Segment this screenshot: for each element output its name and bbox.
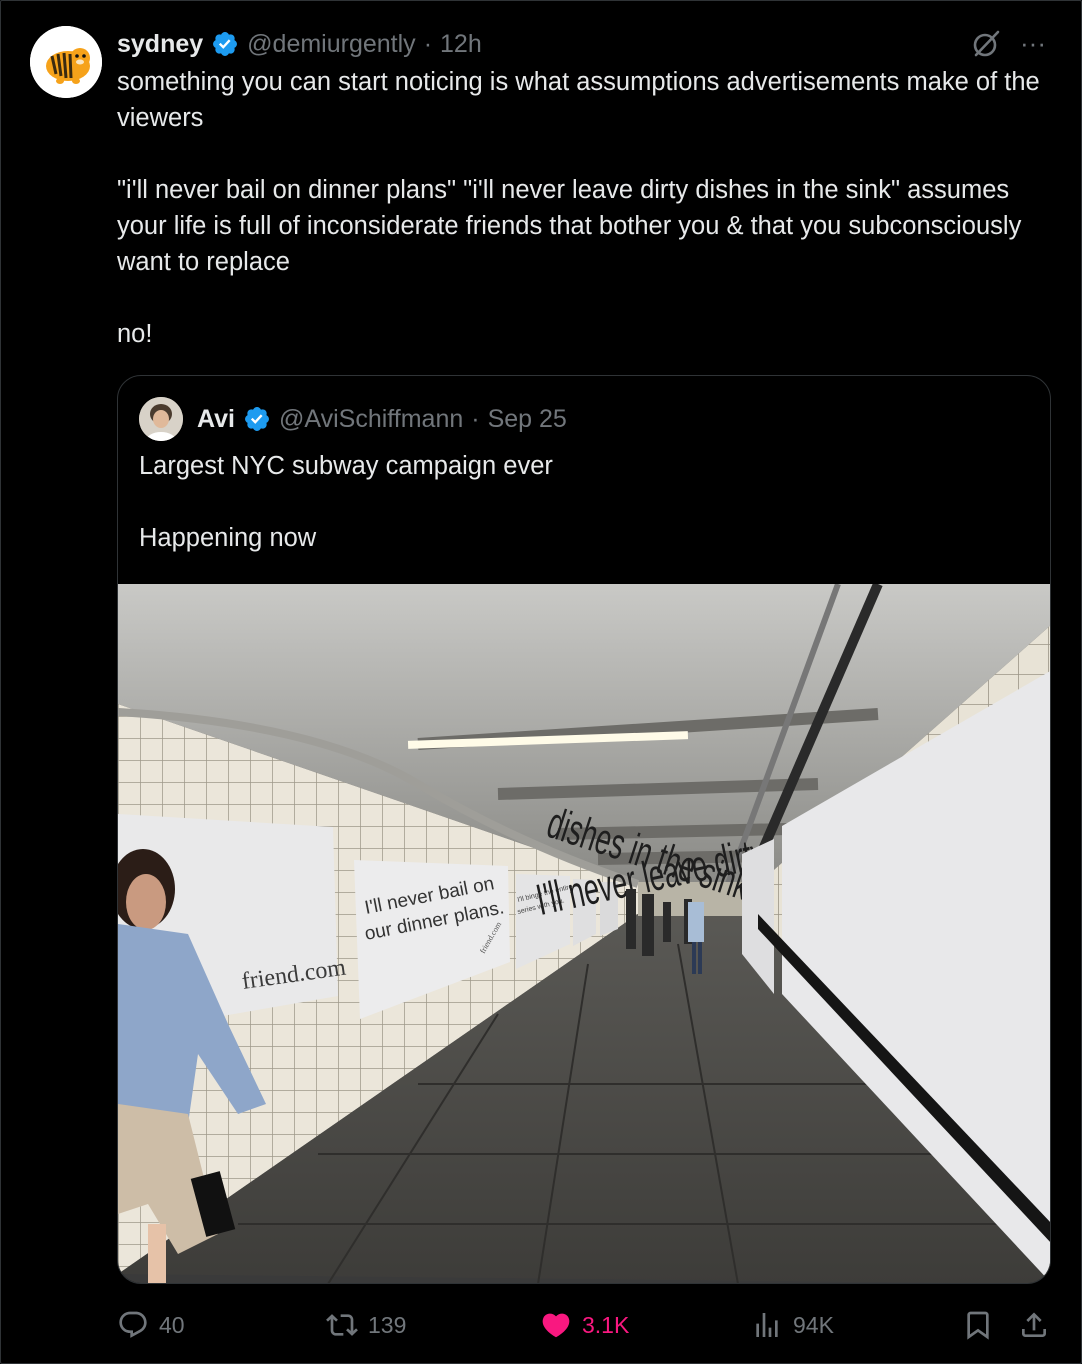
quote-text: Largest NYC subway campaign ever Happeni… — [139, 448, 1019, 556]
quote-paragraph: Happening now — [139, 524, 317, 552]
like-count: 3.1K — [582, 1311, 630, 1338]
heart-icon — [542, 1313, 570, 1338]
views-button[interactable]: 94K — [751, 1308, 834, 1342]
views-icon — [756, 1313, 778, 1337]
verified-icon[interactable] — [243, 405, 271, 433]
separator-dot: · — [423, 29, 433, 58]
separator-dot: · — [471, 404, 480, 433]
repost-icon — [326, 1314, 358, 1336]
author-handle[interactable]: @demiurgently — [247, 30, 416, 59]
quote-paragraph: Largest NYC subway campaign ever — [139, 452, 553, 480]
quote-header: Avi @AviSchiffmann · Sep 25 — [139, 397, 567, 441]
author-avatar[interactable] — [30, 26, 102, 98]
verified-icon[interactable] — [211, 30, 239, 58]
bookmark-button[interactable] — [962, 1308, 994, 1342]
repost-count: 139 — [368, 1311, 407, 1338]
quote-handle[interactable]: @AviSchiffmann — [279, 405, 463, 434]
quote-tweet-card[interactable]: Avi @AviSchiffmann · Sep 25 Largest NYC … — [117, 375, 1051, 1284]
quote-media-photo[interactable]: friend.com I'll never bail on our dinner… — [118, 584, 1050, 1283]
person-avatar-icon — [139, 397, 183, 441]
views-count: 94K — [793, 1311, 834, 1338]
reply-icon — [119, 1311, 147, 1338]
more-icon[interactable]: ··· — [1016, 26, 1050, 60]
tweet-timestamp[interactable]: 12h — [440, 30, 482, 59]
bookmark-icon — [967, 1311, 989, 1340]
tweet-paragraph: something you can start noticing is what… — [117, 68, 1047, 132]
repost-button[interactable]: 139 — [326, 1308, 406, 1342]
tiger-avatar-icon — [30, 26, 102, 98]
author-display-name[interactable]: sydney — [117, 30, 203, 59]
like-button[interactable]: 3.1K — [540, 1308, 629, 1342]
tweet-text: something you can start noticing is what… — [117, 64, 1047, 352]
tweet-paragraph: "i'll never bail on dinner plans" "i'll … — [117, 176, 1029, 276]
tweet-actions: 40 139 3.1K 94K — [0, 1300, 1082, 1350]
share-button[interactable] — [1018, 1308, 1050, 1342]
reply-button[interactable]: 40 — [117, 1308, 185, 1342]
tweet-paragraph: no! — [117, 320, 153, 348]
grok-icon[interactable] — [970, 28, 1002, 60]
subway-photo: friend.com I'll never bail on our dinner… — [118, 584, 1050, 1283]
quote-date[interactable]: Sep 25 — [488, 405, 567, 434]
quote-author-avatar[interactable] — [139, 397, 183, 441]
share-icon — [1022, 1312, 1046, 1337]
tweet-header: sydney @demiurgently · 12h — [117, 26, 482, 62]
reply-count: 40 — [159, 1311, 185, 1338]
quote-display-name[interactable]: Avi — [197, 405, 235, 434]
